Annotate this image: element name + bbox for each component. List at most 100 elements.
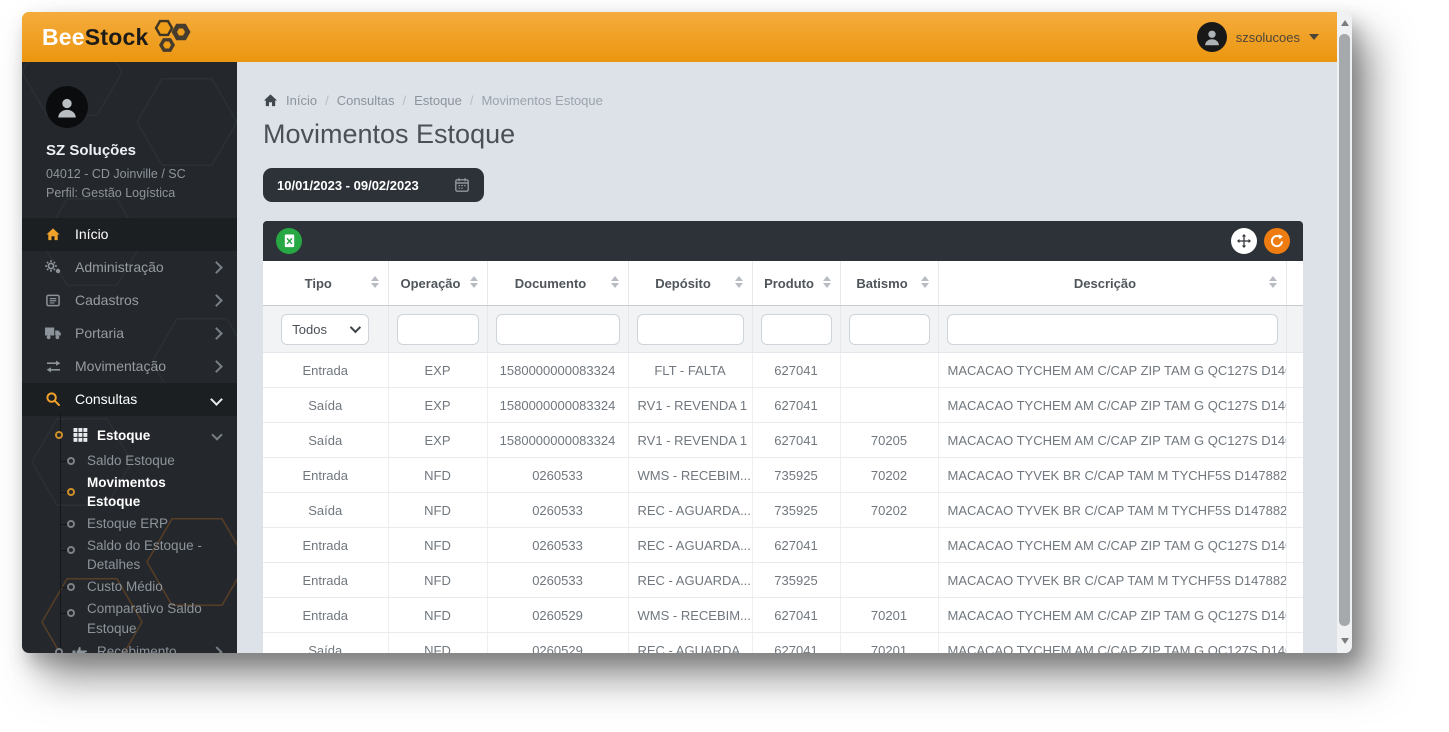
column-header-descrição[interactable]: Descrição (938, 261, 1287, 306)
sidebar-item-inicio[interactable]: Início (22, 217, 237, 251)
bullet-icon (67, 519, 75, 528)
submenu-item-recebimento[interactable]: Recebimento (22, 638, 237, 653)
cell-batismo (840, 352, 939, 388)
submenu-item-movimentos-estoque[interactable]: Movimentos Estoque (22, 473, 237, 512)
date-range-button[interactable]: 10/01/2023 - 09/02/2023 (263, 168, 484, 202)
refresh-button[interactable] (1264, 228, 1290, 254)
beestock-logo[interactable]: Bee Stock (42, 18, 196, 56)
sidebar-item-movimentacao[interactable]: Movimentação (22, 350, 237, 383)
table-row[interactable]: Saída EXP 1580000000083324 RV1 - REVENDA 16… (263, 387, 1303, 423)
browser-scrollbar[interactable] (1337, 12, 1352, 653)
cell-descricao: MACACAO TYCHEM AM C/CAP ZIP TAM G QC127S… (938, 597, 1287, 633)
cell-descricao: MACACAO TYCHEM AM C/CAP ZIP TAM G QC127S… (938, 632, 1287, 653)
table-row[interactable]: Entrada NFD 0260533 REC - AGUARDA... 627041 M… (263, 527, 1303, 563)
column-header-operação[interactable]: Operação (388, 261, 488, 306)
cell-descricao: MACACAO TYVEK BR C/CAP TAM M TYCHF5S D14… (938, 492, 1287, 528)
table-row[interactable]: Saída NFD 0260529 REC - AGUARDA... 627041 702… (263, 632, 1303, 653)
chevron-right-icon (211, 645, 223, 653)
submenu-item-comparativo-saldo[interactable]: Comparativo Saldo Estoque (22, 599, 237, 638)
sidebar-item-portaria[interactable]: Portaria (22, 317, 237, 350)
fullscreen-move-button[interactable] (1231, 228, 1257, 254)
sort-icon[interactable] (469, 276, 478, 288)
column-header-documento[interactable]: Documento (487, 261, 629, 306)
filter-operacao-input[interactable] (396, 313, 479, 345)
swap-icon (44, 360, 62, 373)
beestock-hex-icon (155, 19, 191, 52)
chevron-down-icon (350, 321, 362, 334)
export-excel-button[interactable] (276, 228, 302, 254)
cell-operacao: NFD (388, 457, 488, 493)
chevron-down-icon (211, 429, 223, 441)
sort-icon[interactable] (822, 276, 831, 288)
column-header-tipo[interactable]: Tipo (263, 261, 389, 306)
cell-operacao: EXP (388, 422, 488, 458)
submenu-item-estoque-erp[interactable]: Estoque ERP (22, 512, 237, 536)
scrollbar-up-arrow[interactable] (1337, 15, 1352, 31)
submenu-item-estoque[interactable]: Estoque (22, 422, 237, 449)
submenu-item-custo-medio[interactable]: Custo Médio (22, 575, 237, 599)
scrollbar-down-arrow[interactable] (1337, 633, 1352, 649)
user-name: szsolucoes (1235, 29, 1300, 45)
sort-icon[interactable] (370, 276, 379, 288)
bullet-icon (55, 431, 63, 440)
breadcrumb-item[interactable]: Início (286, 93, 317, 108)
column-header-label: Operação (400, 275, 461, 291)
submenu-item-saldo-estoque[interactable]: Saldo Estoque (22, 449, 237, 473)
table-row[interactable]: Entrada NFD 0260529 WMS - RECEBIM... 627041 7… (263, 597, 1303, 633)
sort-icon[interactable] (610, 276, 619, 288)
sidebar-item-administracao[interactable]: Administração (22, 251, 237, 284)
column-header-depósito[interactable]: Depósito (628, 261, 753, 306)
chevron-right-icon (210, 359, 223, 373)
table-header-row: Tipo Operação Documento Depósito Produto Bati… (263, 261, 1303, 306)
sort-icon[interactable] (734, 276, 743, 288)
sort-icon[interactable] (920, 276, 929, 288)
cell-produto: 627041 (752, 387, 841, 423)
sidebar-profile: SZ Soluções 04012 - CD Joinville / SC Pe… (22, 62, 237, 218)
cell-deposito: REC - AGUARDA... (628, 632, 753, 653)
column-header-batismo[interactable]: Batismo (840, 261, 939, 306)
home-icon[interactable] (263, 93, 278, 108)
cell-produto: 735925 (752, 457, 841, 493)
sidebar-nav: Início Administração Cadastros Portaria Movi… (22, 217, 237, 653)
sidebar-item-label: Início (75, 226, 109, 243)
filter-descricao-input[interactable] (946, 313, 1278, 345)
table-row[interactable]: Entrada EXP 1580000000083324 FLT - FALTA 627… (263, 352, 1303, 388)
user-menu[interactable]: szsolucoes (1196, 22, 1319, 52)
bullet-icon (67, 488, 75, 497)
filter-cell (752, 305, 841, 353)
breadcrumb-item[interactable]: Estoque (414, 93, 462, 108)
profile-unit: 04012 - CD Joinville / SC (46, 167, 186, 181)
filter-cell (487, 305, 629, 353)
cell-tipo: Entrada (263, 597, 389, 633)
submenu-item-label: Estoque ERP (87, 516, 169, 532)
cell-documento: 1580000000083324 (487, 422, 629, 458)
cell-deposito: RV1 - REVENDA 1 (628, 387, 753, 423)
tipo-filter-select[interactable]: Todos (281, 313, 370, 345)
logo-text-bee: Bee (42, 23, 85, 50)
row-spacer (1286, 527, 1303, 563)
sort-icon[interactable] (1268, 276, 1277, 288)
cell-produto: 627041 (752, 632, 841, 653)
sidebar-item-consultas[interactable]: Consultas (22, 382, 237, 416)
cell-batismo: 70205 (840, 422, 939, 458)
column-header-produto[interactable]: Produto (752, 261, 841, 306)
hand-icon (72, 645, 88, 653)
header-spacer (1286, 261, 1303, 306)
table-row[interactable]: Entrada NFD 0260533 REC - AGUARDA... 735925 M… (263, 562, 1303, 598)
cell-documento: 0260533 (487, 457, 629, 493)
filter-batismo-input[interactable] (848, 313, 930, 345)
filter-deposito-input[interactable] (636, 313, 744, 345)
scrollbar-thumb[interactable] (1339, 34, 1350, 626)
cell-batismo: 70201 (840, 632, 939, 653)
submenu-item-saldo-estoque-detalhes[interactable]: Saldo do Estoque - Detalhes (22, 536, 237, 575)
breadcrumb-item[interactable]: Consultas (337, 93, 395, 108)
table-row[interactable]: Saída NFD 0260533 REC - AGUARDA... 735925 702… (263, 492, 1303, 528)
filter-documento-input[interactable] (495, 313, 620, 345)
filter-produto-input[interactable] (760, 313, 832, 345)
cell-operacao: NFD (388, 492, 488, 528)
submenu-item-label: Comparativo Saldo Estoque (87, 601, 202, 636)
table-row[interactable]: Saída EXP 1580000000083324 RV1 - REVENDA 16… (263, 422, 1303, 458)
table-row[interactable]: Entrada NFD 0260533 WMS - RECEBIM... 735925 7… (263, 457, 1303, 493)
submenu-item-label: Estoque (97, 427, 151, 443)
sidebar-item-cadastros[interactable]: Cadastros (22, 284, 237, 317)
